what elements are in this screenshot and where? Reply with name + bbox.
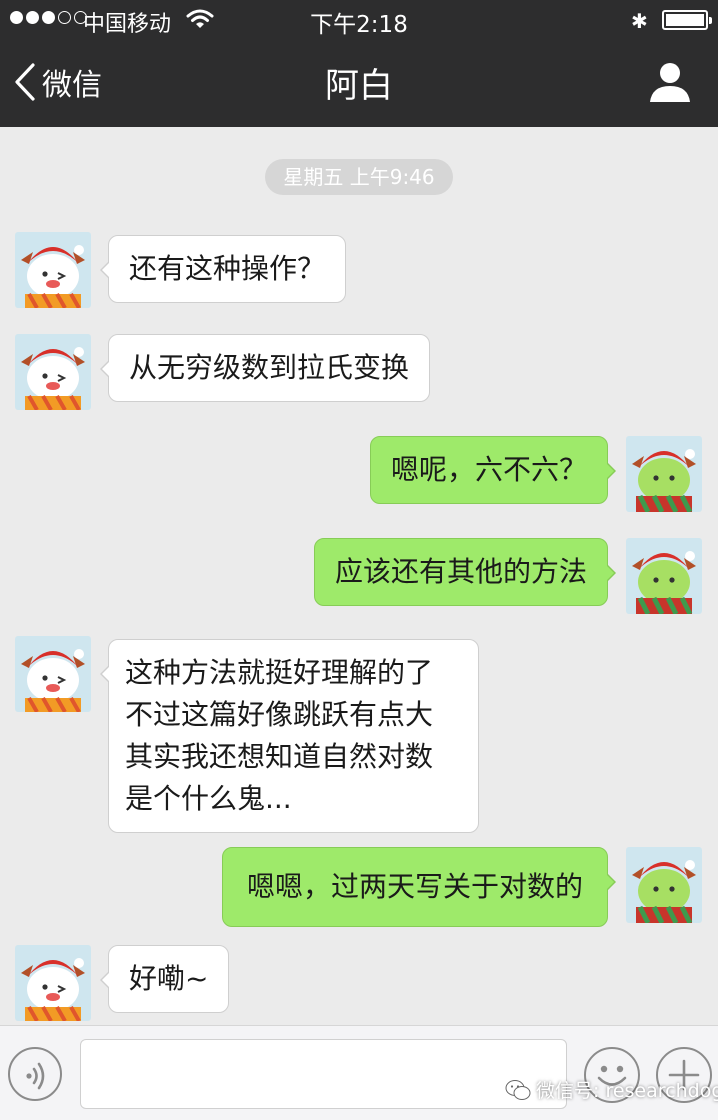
- message-bubble-sent[interactable]: 嗯嗯，过两天写关于对数的: [221, 847, 617, 927]
- bluetooth-icon: ✱: [631, 9, 648, 33]
- my-avatar[interactable]: [626, 436, 702, 512]
- contact-avatar[interactable]: [15, 945, 91, 1021]
- battery-icon: [662, 10, 712, 30]
- message-input[interactable]: [80, 1039, 567, 1109]
- contact-avatar[interactable]: [15, 636, 91, 712]
- input-bar: 微信号: researchdog: [0, 1025, 718, 1120]
- my-avatar[interactable]: [626, 847, 702, 923]
- person-icon[interactable]: [648, 60, 692, 104]
- contact-avatar[interactable]: [15, 232, 91, 308]
- message-bubble-received[interactable]: 还有这种操作？: [99, 235, 347, 303]
- status-time: 下午2:18: [310, 12, 408, 38]
- nav-bar: 微信 阿白: [0, 40, 718, 127]
- voice-button[interactable]: [8, 1047, 62, 1101]
- chat-title: 阿白: [325, 66, 393, 106]
- message-bubble-received[interactable]: 从无穷级数到拉氏变换: [99, 334, 431, 402]
- contact-avatar[interactable]: [15, 334, 91, 410]
- message-bubble-received[interactable]: 好嘞~: [99, 945, 230, 1013]
- my-avatar[interactable]: [626, 538, 702, 614]
- voice-icon: [26, 1062, 45, 1090]
- watermark: 微信号: researchdog: [505, 1076, 718, 1103]
- message-timestamp: 星期五 上午9:46: [265, 159, 453, 195]
- battery-level: [666, 14, 704, 26]
- chat-area[interactable]: 星期五 上午9:46 还有这种操作？ 从无穷级数到拉氏变换 嗯呢，六不六？ 应该…: [0, 127, 718, 1025]
- status-bar: 中国移动 下午2:18 ✱: [0, 0, 718, 40]
- message-bubble-sent[interactable]: 嗯呢，六不六？: [369, 436, 617, 504]
- wechat-logo-icon: [505, 1079, 531, 1100]
- watermark-text: 微信号: researchdog: [536, 1080, 718, 1102]
- message-bubble-received[interactable]: 这种方法就挺好理解的了 不过这篇好像跳跃有点大 其实我还想知道自然对数 是个什么…: [100, 639, 479, 833]
- message-bubble-sent[interactable]: 应该还有其他的方法: [313, 538, 617, 606]
- top-bar: 中国移动 下午2:18 ✱ 微信 阿白: [0, 0, 718, 127]
